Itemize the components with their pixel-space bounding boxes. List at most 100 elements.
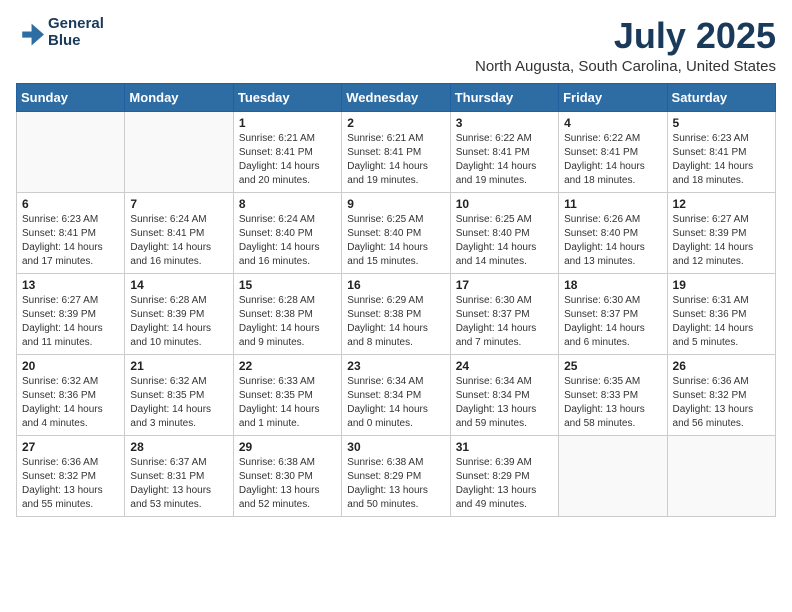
day-number: 25 [564, 359, 661, 373]
day-number: 17 [456, 278, 553, 292]
header: General Blue July 2025 North Augusta, So… [16, 16, 776, 75]
day-info: Sunrise: 6:33 AMSunset: 8:35 PMDaylight:… [239, 375, 336, 431]
day-number: 31 [456, 440, 553, 454]
table-row: 26 Sunrise: 6:36 AMSunset: 8:32 PMDaylig… [667, 354, 775, 435]
calendar: Sunday Monday Tuesday Wednesday Thursday… [16, 83, 776, 517]
day-info: Sunrise: 6:22 AMSunset: 8:41 PMDaylight:… [564, 132, 661, 188]
day-number: 18 [564, 278, 661, 292]
day-info: Sunrise: 6:32 AMSunset: 8:36 PMDaylight:… [22, 375, 119, 431]
day-number: 28 [130, 440, 227, 454]
day-number: 24 [456, 359, 553, 373]
table-row: 12 Sunrise: 6:27 AMSunset: 8:39 PMDaylig… [667, 192, 775, 273]
table-row: 14 Sunrise: 6:28 AMSunset: 8:39 PMDaylig… [125, 273, 233, 354]
day-number: 4 [564, 116, 661, 130]
calendar-week-row: 27 Sunrise: 6:36 AMSunset: 8:32 PMDaylig… [17, 435, 776, 516]
day-info: Sunrise: 6:35 AMSunset: 8:33 PMDaylight:… [564, 375, 661, 431]
day-info: Sunrise: 6:36 AMSunset: 8:32 PMDaylight:… [22, 456, 119, 512]
day-number: 10 [456, 197, 553, 211]
calendar-week-row: 20 Sunrise: 6:32 AMSunset: 8:36 PMDaylig… [17, 354, 776, 435]
table-row: 8 Sunrise: 6:24 AMSunset: 8:40 PMDayligh… [233, 192, 341, 273]
day-info: Sunrise: 6:29 AMSunset: 8:38 PMDaylight:… [347, 294, 444, 350]
day-number: 16 [347, 278, 444, 292]
day-info: Sunrise: 6:31 AMSunset: 8:36 PMDaylight:… [673, 294, 770, 350]
day-info: Sunrise: 6:27 AMSunset: 8:39 PMDaylight:… [22, 294, 119, 350]
table-row: 24 Sunrise: 6:34 AMSunset: 8:34 PMDaylig… [450, 354, 558, 435]
day-number: 7 [130, 197, 227, 211]
table-row: 13 Sunrise: 6:27 AMSunset: 8:39 PMDaylig… [17, 273, 125, 354]
day-number: 30 [347, 440, 444, 454]
day-info: Sunrise: 6:30 AMSunset: 8:37 PMDaylight:… [564, 294, 661, 350]
table-row: 2 Sunrise: 6:21 AMSunset: 8:41 PMDayligh… [342, 111, 450, 192]
logo: General Blue [16, 16, 104, 49]
title-area: July 2025 North Augusta, South Carolina,… [475, 16, 776, 75]
day-number: 22 [239, 359, 336, 373]
day-number: 11 [564, 197, 661, 211]
day-info: Sunrise: 6:36 AMSunset: 8:32 PMDaylight:… [673, 375, 770, 431]
day-info: Sunrise: 6:30 AMSunset: 8:37 PMDaylight:… [456, 294, 553, 350]
day-number: 27 [22, 440, 119, 454]
day-number: 20 [22, 359, 119, 373]
table-row: 5 Sunrise: 6:23 AMSunset: 8:41 PMDayligh… [667, 111, 775, 192]
logo-text: General Blue [48, 16, 104, 49]
table-row: 20 Sunrise: 6:32 AMSunset: 8:36 PMDaylig… [17, 354, 125, 435]
day-number: 29 [239, 440, 336, 454]
table-row [667, 435, 775, 516]
day-info: Sunrise: 6:21 AMSunset: 8:41 PMDaylight:… [239, 132, 336, 188]
day-info: Sunrise: 6:26 AMSunset: 8:40 PMDaylight:… [564, 213, 661, 269]
day-info: Sunrise: 6:34 AMSunset: 8:34 PMDaylight:… [456, 375, 553, 431]
table-row: 15 Sunrise: 6:28 AMSunset: 8:38 PMDaylig… [233, 273, 341, 354]
day-info: Sunrise: 6:27 AMSunset: 8:39 PMDaylight:… [673, 213, 770, 269]
day-number: 23 [347, 359, 444, 373]
day-number: 21 [130, 359, 227, 373]
day-info: Sunrise: 6:25 AMSunset: 8:40 PMDaylight:… [347, 213, 444, 269]
table-row: 23 Sunrise: 6:34 AMSunset: 8:34 PMDaylig… [342, 354, 450, 435]
calendar-week-row: 6 Sunrise: 6:23 AMSunset: 8:41 PMDayligh… [17, 192, 776, 273]
calendar-week-row: 13 Sunrise: 6:27 AMSunset: 8:39 PMDaylig… [17, 273, 776, 354]
table-row: 31 Sunrise: 6:39 AMSunset: 8:29 PMDaylig… [450, 435, 558, 516]
table-row: 18 Sunrise: 6:30 AMSunset: 8:37 PMDaylig… [559, 273, 667, 354]
table-row: 27 Sunrise: 6:36 AMSunset: 8:32 PMDaylig… [17, 435, 125, 516]
table-row [125, 111, 233, 192]
col-thursday: Thursday [450, 83, 558, 111]
day-info: Sunrise: 6:23 AMSunset: 8:41 PMDaylight:… [22, 213, 119, 269]
calendar-week-row: 1 Sunrise: 6:21 AMSunset: 8:41 PMDayligh… [17, 111, 776, 192]
day-info: Sunrise: 6:34 AMSunset: 8:34 PMDaylight:… [347, 375, 444, 431]
table-row: 11 Sunrise: 6:26 AMSunset: 8:40 PMDaylig… [559, 192, 667, 273]
day-info: Sunrise: 6:38 AMSunset: 8:29 PMDaylight:… [347, 456, 444, 512]
table-row: 3 Sunrise: 6:22 AMSunset: 8:41 PMDayligh… [450, 111, 558, 192]
day-number: 1 [239, 116, 336, 130]
col-tuesday: Tuesday [233, 83, 341, 111]
month-title: July 2025 [475, 16, 776, 56]
table-row: 6 Sunrise: 6:23 AMSunset: 8:41 PMDayligh… [17, 192, 125, 273]
table-row: 22 Sunrise: 6:33 AMSunset: 8:35 PMDaylig… [233, 354, 341, 435]
table-row: 29 Sunrise: 6:38 AMSunset: 8:30 PMDaylig… [233, 435, 341, 516]
table-row: 16 Sunrise: 6:29 AMSunset: 8:38 PMDaylig… [342, 273, 450, 354]
day-number: 14 [130, 278, 227, 292]
col-friday: Friday [559, 83, 667, 111]
col-wednesday: Wednesday [342, 83, 450, 111]
day-info: Sunrise: 6:37 AMSunset: 8:31 PMDaylight:… [130, 456, 227, 512]
col-monday: Monday [125, 83, 233, 111]
table-row: 7 Sunrise: 6:24 AMSunset: 8:41 PMDayligh… [125, 192, 233, 273]
table-row: 30 Sunrise: 6:38 AMSunset: 8:29 PMDaylig… [342, 435, 450, 516]
location-title: North Augusta, South Carolina, United St… [475, 58, 776, 75]
day-number: 12 [673, 197, 770, 211]
table-row: 1 Sunrise: 6:21 AMSunset: 8:41 PMDayligh… [233, 111, 341, 192]
table-row: 9 Sunrise: 6:25 AMSunset: 8:40 PMDayligh… [342, 192, 450, 273]
table-row [17, 111, 125, 192]
day-number: 5 [673, 116, 770, 130]
day-number: 19 [673, 278, 770, 292]
table-row: 19 Sunrise: 6:31 AMSunset: 8:36 PMDaylig… [667, 273, 775, 354]
table-row: 21 Sunrise: 6:32 AMSunset: 8:35 PMDaylig… [125, 354, 233, 435]
day-info: Sunrise: 6:24 AMSunset: 8:40 PMDaylight:… [239, 213, 336, 269]
day-info: Sunrise: 6:23 AMSunset: 8:41 PMDaylight:… [673, 132, 770, 188]
logo-icon [16, 19, 44, 47]
day-number: 26 [673, 359, 770, 373]
day-info: Sunrise: 6:21 AMSunset: 8:41 PMDaylight:… [347, 132, 444, 188]
day-info: Sunrise: 6:38 AMSunset: 8:30 PMDaylight:… [239, 456, 336, 512]
calendar-header-row: Sunday Monday Tuesday Wednesday Thursday… [17, 83, 776, 111]
table-row: 17 Sunrise: 6:30 AMSunset: 8:37 PMDaylig… [450, 273, 558, 354]
table-row: 10 Sunrise: 6:25 AMSunset: 8:40 PMDaylig… [450, 192, 558, 273]
day-info: Sunrise: 6:22 AMSunset: 8:41 PMDaylight:… [456, 132, 553, 188]
table-row: 28 Sunrise: 6:37 AMSunset: 8:31 PMDaylig… [125, 435, 233, 516]
